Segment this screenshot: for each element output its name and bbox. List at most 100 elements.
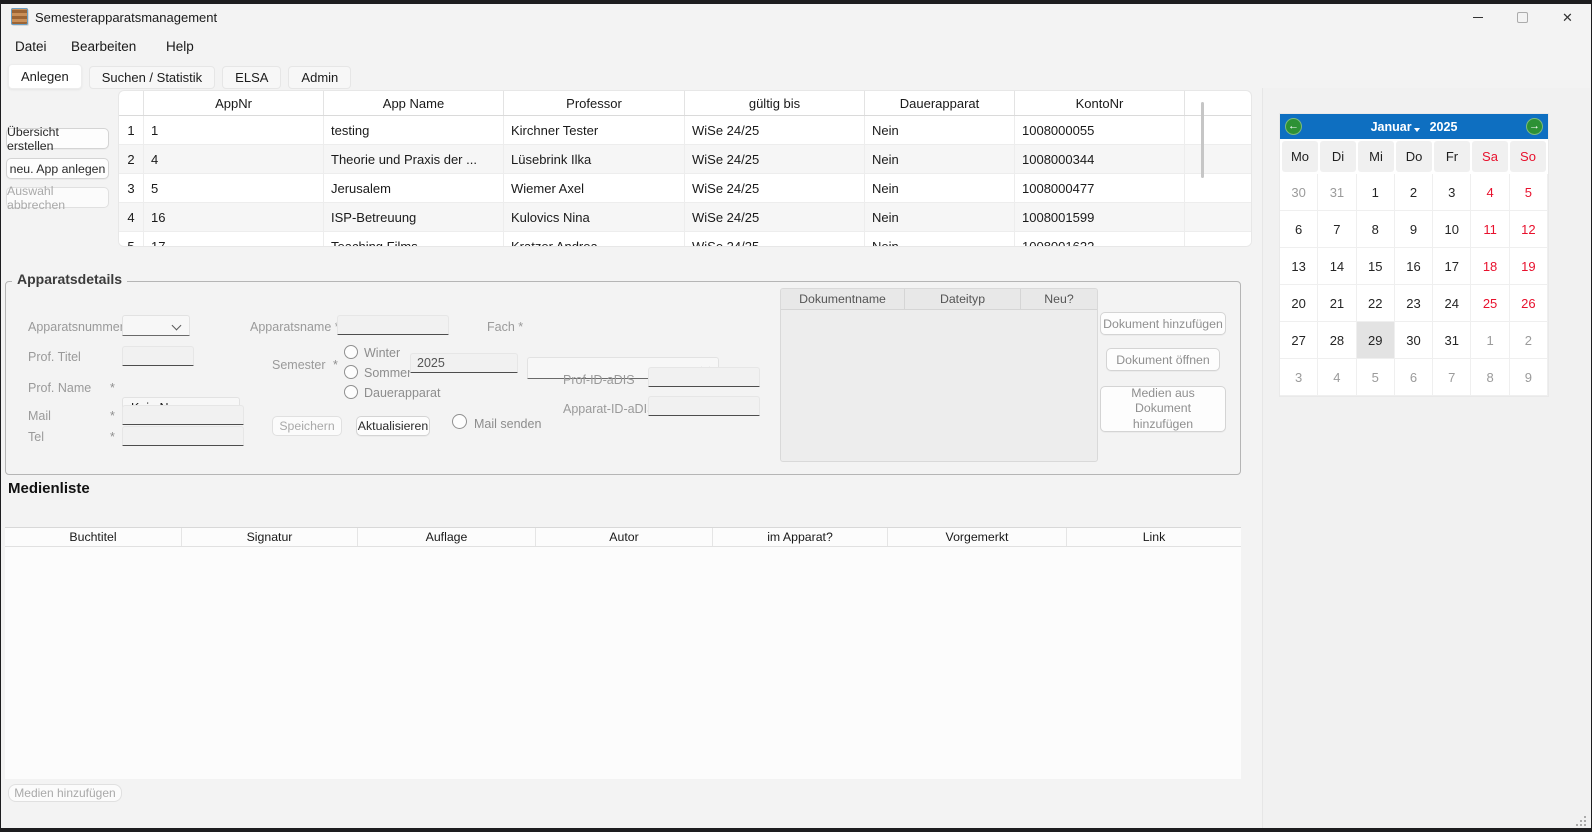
calendar-day[interactable]: 30	[1280, 174, 1318, 211]
day-header-fr: Fr	[1434, 141, 1470, 172]
tab-bar: Anlegen Suchen / Statistik ELSA Admin	[8, 64, 351, 89]
apparatsname-input[interactable]	[337, 315, 449, 335]
calendar-day[interactable]: 16	[1395, 248, 1433, 285]
calendar-day[interactable]: 19	[1510, 248, 1548, 285]
column-header-professor[interactable]: Professor	[504, 91, 685, 115]
calendar-day[interactable]: 25	[1471, 285, 1509, 322]
column-header-dauerapparat[interactable]: Dauerapparat	[865, 91, 1015, 115]
calendar-day[interactable]: 7	[1318, 211, 1356, 248]
calendar-day[interactable]: 14	[1318, 248, 1356, 285]
calendar-day[interactable]: 29	[1357, 322, 1395, 359]
tab-elsa[interactable]: ELSA	[222, 66, 281, 89]
column-header-kontonr[interactable]: KontoNr	[1015, 91, 1185, 115]
apparat-id-adis-input[interactable]	[648, 396, 760, 416]
calendar-day[interactable]: 17	[1433, 248, 1471, 285]
menu-datei[interactable]: Datei	[15, 39, 47, 54]
calendar-day[interactable]: 31	[1433, 322, 1471, 359]
calendar-day[interactable]: 31	[1318, 174, 1356, 211]
calendar-day[interactable]: 8	[1471, 359, 1509, 396]
tab-admin[interactable]: Admin	[288, 66, 351, 89]
apparatsnummer-select[interactable]	[122, 315, 190, 336]
prof-id-adis-input[interactable]	[648, 367, 760, 387]
resize-grip[interactable]	[1576, 816, 1586, 826]
app-table-cell: WiSe 24/25	[685, 145, 865, 173]
table-scrollbar[interactable]	[1201, 102, 1204, 178]
neu-app-anlegen-button[interactable]: neu. App anlegen	[6, 158, 109, 179]
previous-month-button[interactable]: ←	[1285, 118, 1302, 135]
calendar-month[interactable]: Januar	[1371, 120, 1412, 134]
arrow-right-icon: →	[1529, 121, 1540, 132]
calendar-day[interactable]: 27	[1280, 322, 1318, 359]
day-header-so: So	[1510, 141, 1546, 172]
calendar-day[interactable]: 20	[1280, 285, 1318, 322]
calendar-day[interactable]: 7	[1433, 359, 1471, 396]
calendar-day[interactable]: 10	[1433, 211, 1471, 248]
dauerapparat-radio[interactable]	[344, 385, 358, 399]
calendar-day[interactable]: 5	[1510, 174, 1548, 211]
aktualisieren-button[interactable]: Aktualisieren	[356, 416, 430, 436]
calendar-day[interactable]: 4	[1318, 359, 1356, 396]
dokument-hinzufuegen-button[interactable]: Dokument hinzufügen	[1100, 312, 1226, 335]
filler-cell	[1185, 174, 1251, 202]
sommer-radio[interactable]	[344, 365, 358, 379]
medien-aus-dokument-button[interactable]: Medien aus Dokument hinzufügen	[1100, 386, 1226, 432]
app-table-row[interactable]: 517Teaching FilmsKratzer AndreaWiSe 24/2…	[119, 232, 1251, 247]
next-month-button[interactable]: →	[1526, 118, 1543, 135]
calendar-day[interactable]: 6	[1280, 211, 1318, 248]
tab-anlegen[interactable]: Anlegen	[8, 64, 82, 89]
calendar-day[interactable]: 21	[1318, 285, 1356, 322]
calendar-day[interactable]: 1	[1357, 174, 1395, 211]
winter-label: Winter	[364, 346, 400, 360]
calendar-day[interactable]: 12	[1510, 211, 1548, 248]
semester-year-input[interactable]	[410, 353, 518, 373]
app-table-cell: testing	[324, 116, 504, 144]
dokument-oeffnen-button[interactable]: Dokument öffnen	[1106, 348, 1220, 371]
close-button[interactable]: ✕	[1545, 4, 1590, 30]
mail-input[interactable]	[122, 405, 244, 425]
calendar-day[interactable]: 2	[1395, 174, 1433, 211]
menu-bearbeiten[interactable]: Bearbeiten	[71, 39, 136, 54]
calendar-day[interactable]: 13	[1280, 248, 1318, 285]
menu-help[interactable]: Help	[166, 39, 194, 54]
prof-titel-input[interactable]	[122, 346, 194, 366]
calendar-day[interactable]: 23	[1395, 285, 1433, 322]
row-number-cell: 3	[119, 174, 144, 202]
calendar-day[interactable]: 26	[1510, 285, 1548, 322]
calendar-day[interactable]: 18	[1471, 248, 1509, 285]
mail-senden-radio[interactable]	[452, 414, 467, 429]
calendar-day[interactable]: 11	[1471, 211, 1509, 248]
calendar-year[interactable]: 2025	[1430, 120, 1458, 134]
minimize-button[interactable]	[1455, 4, 1500, 30]
app-table-row[interactable]: 24Theorie und Praxis der ...Lüsebrink Il…	[119, 145, 1251, 174]
calendar-day[interactable]: 4	[1471, 174, 1509, 211]
calendar-day[interactable]: 30	[1395, 322, 1433, 359]
calendar-day[interactable]: 3	[1280, 359, 1318, 396]
maximize-button[interactable]	[1500, 4, 1545, 30]
app-table-row[interactable]: 35JerusalemWiemer AxelWiSe 24/25Nein1008…	[119, 174, 1251, 203]
calendar-day[interactable]: 28	[1318, 322, 1356, 359]
app-table-row[interactable]: 416ISP-BetreuungKulovics NinaWiSe 24/25N…	[119, 203, 1251, 232]
calendar-day[interactable]: 6	[1395, 359, 1433, 396]
tab-suchen-statistik[interactable]: Suchen / Statistik	[89, 66, 215, 89]
app-table-cell: Kratzer Andrea	[504, 232, 685, 247]
calendar-day[interactable]: 1	[1471, 322, 1509, 359]
calendar-day[interactable]: 9	[1510, 359, 1548, 396]
calendar-day[interactable]: 3	[1433, 174, 1471, 211]
uebersicht-erstellen-button[interactable]: Übersicht erstellen	[6, 128, 109, 149]
calendar-day[interactable]: 5	[1357, 359, 1395, 396]
column-header-gueltig-bis[interactable]: gültig bis	[685, 91, 865, 115]
column-header-appname[interactable]: App Name	[324, 91, 504, 115]
apparat-id-adis-label: Apparat-ID-aDIS	[563, 402, 655, 416]
app-table-row[interactable]: 11testingKirchner TesterWiSe 24/25Nein10…	[119, 116, 1251, 145]
calendar-day[interactable]: 15	[1357, 248, 1395, 285]
calendar-grid: 3031123456789101112131415161718192021222…	[1280, 174, 1548, 396]
calendar-day[interactable]: 9	[1395, 211, 1433, 248]
winter-radio[interactable]	[344, 345, 358, 359]
calendar-day[interactable]: 2	[1510, 322, 1548, 359]
calendar-day[interactable]: 8	[1357, 211, 1395, 248]
column-header-appnr[interactable]: AppNr	[144, 91, 324, 115]
calendar-day[interactable]: 24	[1433, 285, 1471, 322]
tel-input[interactable]	[122, 426, 244, 446]
app-table-cell: ISP-Betreuung	[324, 203, 504, 231]
calendar-day[interactable]: 22	[1357, 285, 1395, 322]
